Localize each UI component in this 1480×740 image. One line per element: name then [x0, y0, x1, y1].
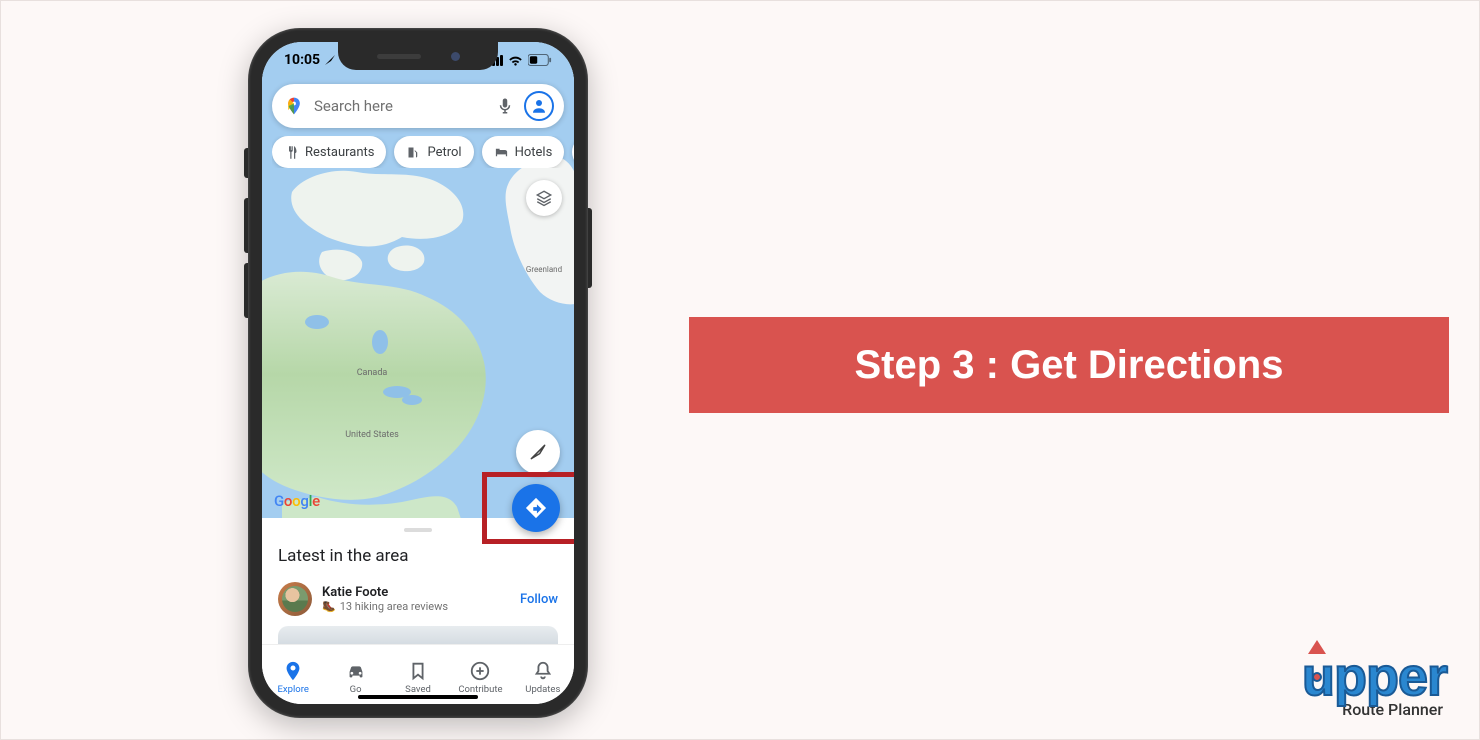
- bookmark-icon: [407, 660, 429, 682]
- category-chips: Restaurants Petrol Hotels Groceries: [272, 136, 574, 168]
- sheet-title: Latest in the area: [278, 546, 558, 566]
- search-bar[interactable]: Search here: [272, 84, 564, 128]
- sheet-grabber[interactable]: [404, 528, 432, 532]
- location-services-icon: [324, 54, 336, 66]
- chip-restaurants[interactable]: Restaurants: [272, 136, 386, 168]
- petrol-icon: [406, 145, 421, 160]
- contributor-name: Katie Foote: [322, 585, 510, 600]
- svg-text:Canada: Canada: [357, 368, 388, 378]
- layers-icon: [535, 189, 553, 207]
- hotel-icon: [494, 145, 509, 160]
- home-indicator[interactable]: [358, 695, 478, 699]
- svg-text:Greenland: Greenland: [526, 265, 562, 274]
- plus-circle-icon: [469, 660, 491, 682]
- pin-icon: [282, 660, 304, 682]
- brand-wordmark: upper: [1302, 650, 1447, 704]
- chip-petrol[interactable]: Petrol: [394, 136, 473, 168]
- step-banner-text: Step 3 : Get Directions: [855, 343, 1284, 388]
- nav-label: Explore: [278, 684, 309, 695]
- nav-label: Updates: [525, 684, 560, 695]
- wifi-icon: [508, 54, 523, 66]
- my-location-button[interactable]: [516, 430, 560, 474]
- account-avatar[interactable]: [524, 91, 554, 121]
- google-maps-pin-icon: [284, 96, 304, 116]
- nav-label: Saved: [405, 684, 431, 695]
- status-time: 10:05: [284, 52, 320, 68]
- follow-button[interactable]: Follow: [520, 592, 558, 607]
- nav-explore[interactable]: Explore: [262, 645, 324, 704]
- microphone-icon[interactable]: [496, 97, 514, 115]
- nav-updates[interactable]: Updates: [512, 645, 574, 704]
- battery-icon: [528, 54, 552, 66]
- bell-icon: [532, 660, 554, 682]
- chip-groceries[interactable]: Groceries: [572, 136, 574, 168]
- contributor-avatar: [278, 582, 312, 616]
- chip-label: Petrol: [427, 145, 461, 160]
- restaurant-icon: [284, 145, 299, 160]
- layers-button[interactable]: [526, 180, 562, 216]
- nav-label: Go: [350, 684, 362, 695]
- contributor-row[interactable]: Katie Foote 🥾13 hiking area reviews Foll…: [278, 582, 558, 616]
- phone-frame: 10:05 Search here: [248, 28, 588, 718]
- car-icon: [345, 660, 367, 682]
- chip-label: Restaurants: [305, 145, 374, 160]
- step-highlight-box: [482, 472, 574, 544]
- google-watermark: Google: [274, 492, 320, 510]
- phone-notch: [338, 42, 498, 70]
- phone-screen: 10:05 Search here: [262, 42, 574, 704]
- chip-label: Hotels: [515, 145, 553, 160]
- svg-text:United States: United States: [345, 430, 399, 440]
- contributor-subtitle: 🥾13 hiking area reviews: [322, 600, 510, 613]
- step-banner: Step 3 : Get Directions: [689, 317, 1449, 413]
- chip-hotels[interactable]: Hotels: [482, 136, 565, 168]
- search-placeholder: Search here: [314, 97, 486, 115]
- brand-logo: upper Route Planner: [1302, 650, 1447, 719]
- compass-arrow-icon: [528, 442, 548, 462]
- nav-label: Contribute: [458, 684, 502, 695]
- content-card-preview: [278, 626, 558, 644]
